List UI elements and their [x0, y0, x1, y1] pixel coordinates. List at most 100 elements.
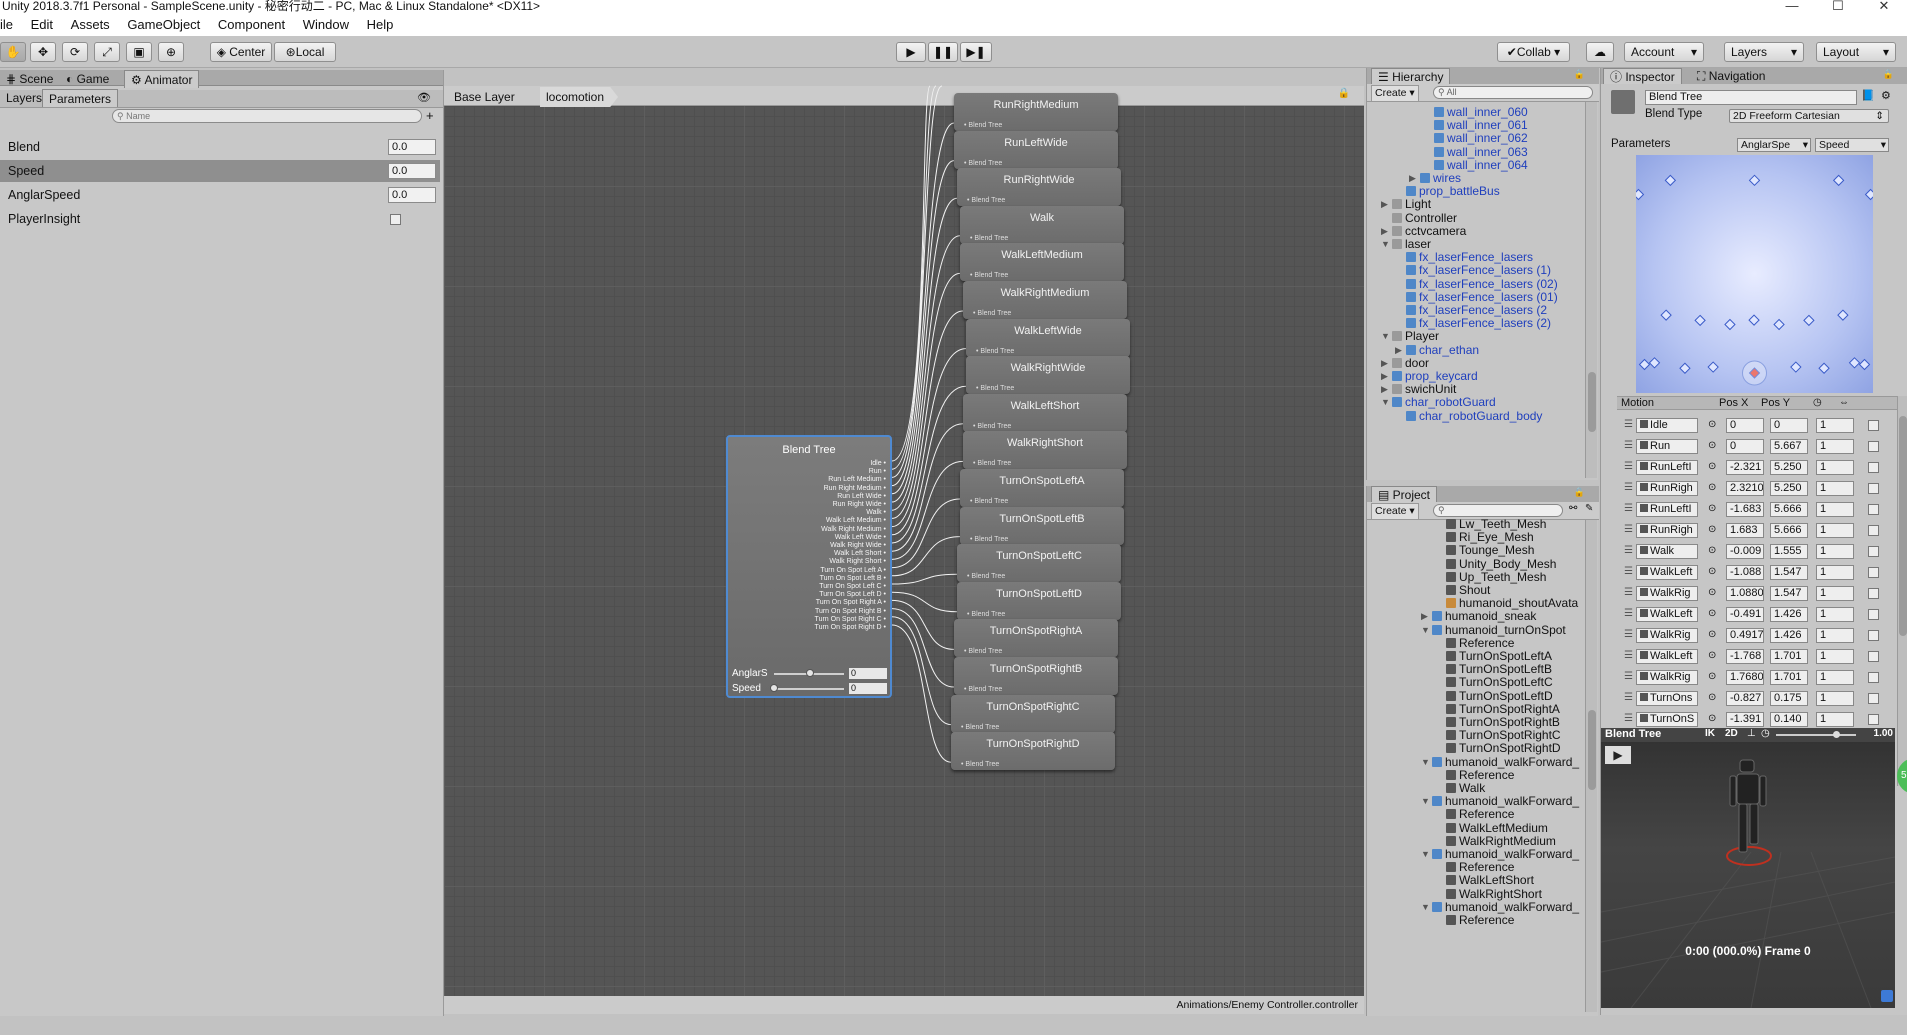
param-value-field[interactable]: 0.0 — [388, 139, 436, 155]
pos-x-field[interactable]: 0 — [1726, 439, 1764, 454]
speed-field[interactable]: 1 — [1816, 418, 1854, 433]
motion-field[interactable]: WalkLeft — [1636, 565, 1698, 580]
lock-icon[interactable]: 🔒 — [1883, 69, 1894, 80]
object-picker-icon[interactable]: ⊙ — [1708, 713, 1716, 724]
object-picker-icon[interactable]: ⊙ — [1708, 692, 1716, 703]
step-button[interactable]: ▶❚ — [960, 42, 992, 62]
pos-y-field[interactable]: 5.250 — [1770, 460, 1808, 475]
object-picker-icon[interactable]: ⊙ — [1708, 629, 1716, 640]
collapse-arrow-icon[interactable]: ▼ — [1381, 328, 1390, 344]
pos-y-field[interactable]: 1.547 — [1770, 565, 1808, 580]
speed-field[interactable]: 1 — [1816, 544, 1854, 559]
motion-field[interactable]: TurnOnS — [1636, 712, 1698, 727]
blend-space-point[interactable] — [1748, 314, 1760, 326]
motion-row[interactable]: ☰ RunLeftI ⊙ -2.321 5.250 1 — [1620, 458, 1896, 479]
pos-x-field[interactable]: -1.088 — [1726, 565, 1764, 580]
scale-tool-button[interactable]: ⤢ — [94, 42, 120, 62]
layers-dropdown[interactable]: Layers ▾ — [1724, 42, 1804, 62]
speed-field[interactable]: 1 — [1816, 691, 1854, 706]
settings-gear-icon[interactable]: ⚙ — [1881, 89, 1891, 102]
pos-x-field[interactable]: 0 — [1726, 418, 1764, 433]
filter-type-icon[interactable]: ⚯ — [1569, 503, 1577, 514]
pos-y-field[interactable]: 5.666 — [1770, 523, 1808, 538]
blend-child-node[interactable]: TurnOnSpotRightA • Blend Tree — [954, 619, 1118, 658]
expand-arrow-icon[interactable]: ▶ — [1381, 196, 1388, 212]
pause-button[interactable]: ❚❚ — [928, 42, 958, 62]
drag-handle-icon[interactable]: ☰ — [1624, 713, 1633, 724]
blend-child-node[interactable]: WalkRightShort • Blend Tree — [963, 431, 1127, 470]
motion-field[interactable]: WalkRig — [1636, 628, 1698, 643]
help-icon[interactable]: 📘 — [1861, 89, 1875, 102]
speed-field[interactable]: 1 — [1816, 523, 1854, 538]
close-button[interactable]: ✕ — [1861, 0, 1907, 14]
blend-type-dropdown[interactable]: 2D Freeform Cartesian ⇕ — [1729, 109, 1889, 123]
tab-project[interactable]: ▤ Project — [1371, 486, 1438, 502]
motion-row[interactable]: ☰ WalkLeft ⊙ -1.768 1.701 1 — [1620, 647, 1896, 668]
pos-y-field[interactable]: 1.547 — [1770, 586, 1808, 601]
speed-field[interactable]: 1 — [1816, 607, 1854, 622]
collapse-arrow-icon[interactable]: ▼ — [1381, 394, 1390, 410]
motion-row[interactable]: ☰ Run ⊙ 0 5.667 1 — [1620, 437, 1896, 458]
drag-handle-icon[interactable]: ☰ — [1624, 524, 1633, 535]
hierarchy-search-input[interactable]: ⚲ All — [1433, 86, 1593, 99]
pos-y-field[interactable]: 0.140 — [1770, 712, 1808, 727]
motion-field[interactable]: Walk — [1636, 544, 1698, 559]
blend-space-point[interactable] — [1638, 358, 1651, 371]
rect-tool-button[interactable]: ▣ — [126, 42, 152, 62]
motion-row[interactable]: ☰ Walk ⊙ -0.009 1.555 1 — [1620, 542, 1896, 563]
blend-space-point[interactable] — [1707, 361, 1719, 373]
cloud-button[interactable]: ☁ — [1586, 42, 1614, 62]
collab-dropdown[interactable]: ✔Collab ▾ — [1497, 42, 1570, 62]
tab-inspector[interactable]: ⓘ Inspector — [1603, 68, 1682, 84]
slider-thumb[interactable] — [1833, 731, 1840, 738]
param-x-dropdown[interactable]: AnglarSpe ▾ — [1737, 138, 1811, 152]
collapse-arrow-icon[interactable]: ▼ — [1421, 846, 1430, 862]
blend-space-point[interactable] — [1748, 174, 1761, 187]
mirror-checkbox[interactable] — [1868, 630, 1879, 641]
transform-tool-button[interactable]: ⊕ — [158, 42, 184, 62]
speed-field[interactable]: 1 — [1816, 628, 1854, 643]
menu-file[interactable]: ile — [0, 14, 13, 36]
blend-child-node[interactable]: WalkLeftShort • Blend Tree — [963, 393, 1127, 432]
pos-x-field[interactable]: -2.321 — [1726, 460, 1764, 475]
motion-field[interactable]: WalkLeft — [1636, 649, 1698, 664]
collapse-arrow-icon[interactable]: ▼ — [1421, 899, 1430, 915]
blend-child-node[interactable]: WalkRightWide • Blend Tree — [966, 356, 1130, 395]
drag-handle-icon[interactable]: ☰ — [1624, 650, 1633, 661]
pos-y-field[interactable]: 0.175 — [1770, 691, 1808, 706]
blend-space-point[interactable] — [1818, 362, 1830, 374]
blend-space-point[interactable] — [1773, 318, 1785, 331]
pos-x-field[interactable]: -1.768 — [1726, 649, 1764, 664]
blend-child-node[interactable]: TurnOnSpotRightB • Blend Tree — [954, 657, 1118, 695]
menu-gameobject[interactable]: GameObject — [127, 14, 200, 36]
scrollbar-thumb[interactable] — [1588, 372, 1596, 432]
blend-child-node[interactable]: TurnOnSpotLeftD • Blend Tree — [957, 581, 1121, 620]
blend-tree-name-field[interactable]: Blend Tree — [1645, 90, 1857, 105]
tab-navigation[interactable]: ⛶ Navigation — [1691, 68, 1771, 84]
speed-field[interactable]: 1 — [1816, 565, 1854, 580]
object-picker-icon[interactable]: ⊙ — [1708, 587, 1716, 598]
blend-space-point[interactable] — [1679, 362, 1691, 374]
object-picker-icon[interactable]: ⊙ — [1708, 671, 1716, 682]
rotate-tool-button[interactable]: ⟳ — [62, 42, 88, 62]
blend-space-point[interactable] — [1858, 358, 1871, 371]
object-picker-icon[interactable]: ⊙ — [1708, 650, 1716, 661]
collapse-arrow-icon[interactable]: ▼ — [1421, 622, 1430, 638]
object-picker-icon[interactable]: ⊙ — [1708, 482, 1716, 493]
speed-field[interactable]: 1 — [1816, 586, 1854, 601]
pos-x-field[interactable]: 1.0880 — [1726, 586, 1764, 601]
menu-component[interactable]: Component — [218, 14, 285, 36]
pos-x-field[interactable]: 2.3210 — [1726, 481, 1764, 496]
pos-y-field[interactable]: 1.701 — [1770, 649, 1808, 664]
pos-y-field[interactable]: 5.250 — [1770, 481, 1808, 496]
project-create-button[interactable]: Create ▾ — [1371, 503, 1419, 520]
mirror-checkbox[interactable] — [1868, 462, 1879, 473]
pos-x-field[interactable]: 1.7680 — [1726, 670, 1764, 685]
object-picker-icon[interactable]: ⊙ — [1708, 545, 1716, 556]
pos-x-field[interactable]: -1.391 — [1726, 712, 1764, 727]
blend-space-point[interactable] — [1832, 174, 1845, 187]
tab-scene[interactable]: ⋕ Scene — [0, 70, 59, 88]
hierarchy-item[interactable]: char_robotGuard_body — [1406, 408, 1542, 424]
breadcrumb-base-layer[interactable]: Base Layer — [454, 87, 515, 107]
pos-x-field[interactable]: -0.009 — [1726, 544, 1764, 559]
